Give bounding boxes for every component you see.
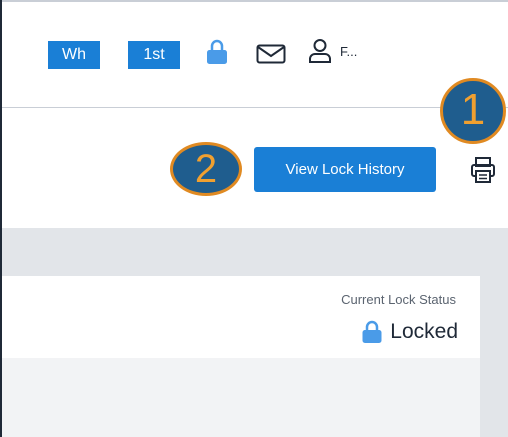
lock-icon[interactable] bbox=[206, 38, 228, 71]
window-top-border bbox=[0, 0, 508, 2]
annotation-marker-1: 1 bbox=[440, 78, 506, 144]
lock-status-value: Locked bbox=[362, 320, 458, 344]
user-name-truncated[interactable]: F... bbox=[340, 44, 357, 59]
annotation-marker-2: 2 bbox=[170, 142, 242, 196]
view-lock-history-button[interactable]: View Lock History bbox=[254, 147, 436, 192]
lock-status-text: Locked bbox=[390, 320, 458, 343]
first-tag[interactable]: 1st bbox=[128, 41, 180, 69]
lock-status-header: Current Lock Status Locked bbox=[2, 276, 480, 358]
printer-icon[interactable] bbox=[470, 156, 496, 189]
lock-status-panel: Current Lock Status Locked bbox=[2, 276, 480, 437]
mail-icon[interactable] bbox=[256, 44, 286, 69]
header-divider bbox=[2, 107, 508, 108]
lock-status-icon bbox=[362, 320, 382, 343]
user-icon[interactable] bbox=[308, 38, 332, 69]
wh-tag[interactable]: Wh bbox=[48, 41, 100, 69]
lock-status-label: Current Lock Status bbox=[341, 292, 456, 307]
